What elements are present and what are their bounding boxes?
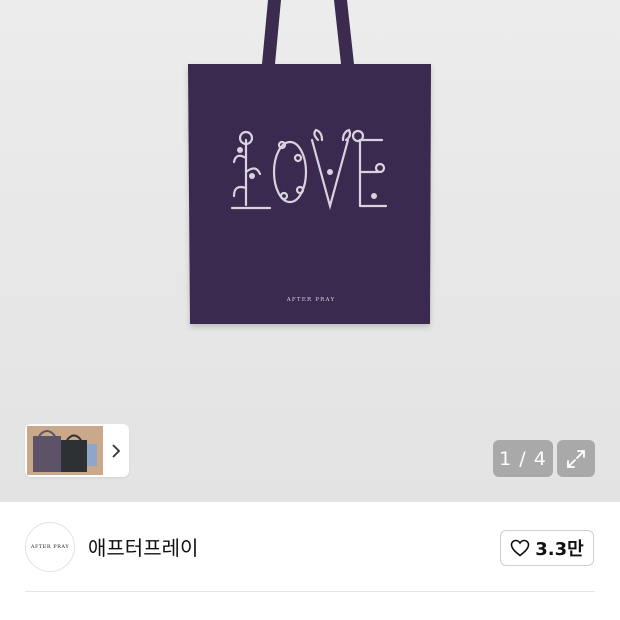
shop-info-row: AFTER PRAY 애프터프레이 3.3만 — [0, 502, 620, 592]
expand-button[interactable] — [557, 440, 595, 477]
image-counter-text: 1 / 4 — [499, 447, 547, 470]
thumbnail-next-button[interactable] — [103, 424, 129, 477]
divider — [25, 591, 595, 592]
shop-logo-text: AFTER PRAY — [30, 544, 70, 550]
shop-logo[interactable]: AFTER PRAY — [25, 522, 75, 572]
thumbnail-strip[interactable] — [25, 424, 129, 477]
like-count: 3.3만 — [535, 539, 584, 560]
image-counter: 1 / 4 — [493, 440, 553, 477]
svg-text:AFTER PRAY: AFTER PRAY — [286, 297, 336, 303]
chevron-right-icon — [112, 443, 121, 458]
expand-icon — [567, 449, 585, 468]
heart-icon — [510, 539, 530, 557]
product-image-gallery[interactable]: AFTER PRAY 1 / 4 — [0, 0, 620, 502]
like-button[interactable]: 3.3만 — [500, 530, 594, 566]
thumbnail-image[interactable] — [27, 426, 103, 475]
shop-name[interactable]: 애프터프레이 — [88, 532, 198, 561]
